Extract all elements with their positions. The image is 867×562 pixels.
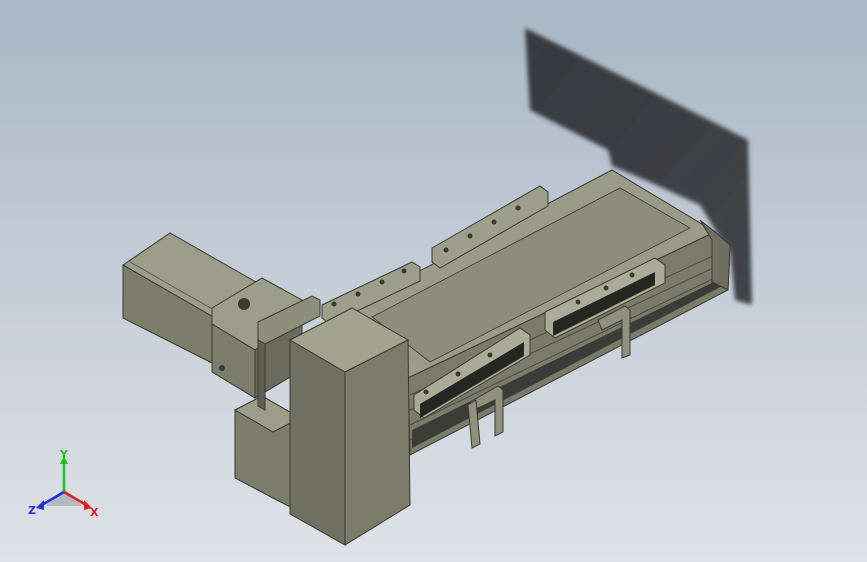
bolt-hole-icon <box>455 371 461 377</box>
flange-hole-icon <box>219 365 225 371</box>
x-axis-label: X <box>90 506 99 519</box>
bolt-hole-icon <box>401 268 407 274</box>
bolt-hole-icon <box>629 272 635 278</box>
bolt-hole-icon <box>467 233 473 239</box>
z-axis-label: Z <box>28 504 36 517</box>
bolt-hole-icon <box>379 279 385 285</box>
bolt-hole-icon <box>423 389 429 395</box>
y-axis-label: Y <box>59 448 69 461</box>
coordinate-triad[interactable]: Y X Z <box>24 448 104 528</box>
bolt-hole-icon <box>355 291 361 297</box>
graphics-viewport[interactable]: Y X Z <box>0 0 867 562</box>
z-arrow-icon <box>36 500 44 510</box>
bolt-hole-icon <box>603 285 609 291</box>
bolt-hole-icon <box>575 299 581 305</box>
model-view[interactable] <box>0 0 867 562</box>
bolt-hole-icon <box>331 301 337 307</box>
bolt-hole-icon <box>487 352 493 358</box>
flange-hole-icon <box>238 298 250 310</box>
bolt-hole-icon <box>491 219 497 225</box>
bolt-hole-icon <box>443 247 449 253</box>
bolt-hole-icon <box>515 205 521 211</box>
